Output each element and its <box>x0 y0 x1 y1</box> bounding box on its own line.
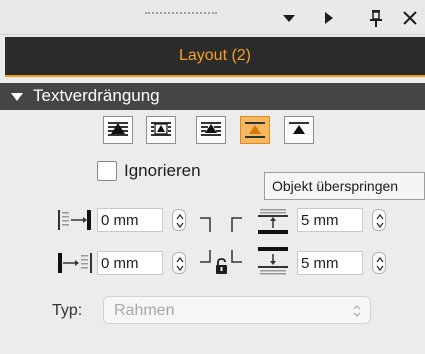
panel-titlebar[interactable] <box>0 0 425 35</box>
right-offset-stepper[interactable] <box>172 252 186 274</box>
bottom-offset-stepper[interactable] <box>372 252 386 274</box>
top-offset-icon <box>258 209 288 234</box>
type-select-value: Rahmen <box>114 302 175 319</box>
top-offset-input[interactable]: 5 mm <box>297 208 363 232</box>
left-offset-icon <box>58 210 91 230</box>
bottom-offset-icon <box>258 247 288 275</box>
top-offset-stepper[interactable] <box>372 209 386 231</box>
wrap-jump-to-next-column-icon <box>289 122 309 134</box>
bottom-offset-input[interactable]: 5 mm <box>297 251 363 275</box>
stepper-arrows-icon <box>376 256 384 272</box>
stepper-arrows-icon <box>376 213 384 229</box>
type-select[interactable]: Rahmen <box>103 296 371 324</box>
stepper-arrows-icon <box>176 256 184 272</box>
menu-triangle-icon[interactable] <box>278 7 300 29</box>
drag-grip[interactable] <box>145 12 217 16</box>
lock-icon[interactable] <box>214 257 230 277</box>
wrap-jump-object-icon <box>245 122 265 138</box>
wrap-object-shape-icon <box>201 122 221 136</box>
panel-header: Layout (2) <box>5 37 425 77</box>
wrap-none-icon <box>108 122 128 136</box>
wrap-jump-object-button[interactable] <box>240 116 270 144</box>
wrap-bounding-box-button[interactable] <box>146 116 176 144</box>
right-offset-input[interactable]: 0 mm <box>97 251 163 275</box>
left-offset-input[interactable]: 0 mm <box>97 208 163 232</box>
stepper-arrows-icon <box>176 213 184 229</box>
right-offset-icon <box>58 253 92 273</box>
panel-title: Layout (2) <box>178 47 252 64</box>
section-header-textwrap[interactable]: Textverdrängung <box>0 83 425 110</box>
type-label: Typ: <box>52 302 83 319</box>
left-offset-stepper[interactable] <box>172 209 186 231</box>
section-title: Textverdrängung <box>33 86 160 105</box>
close-icon[interactable] <box>399 7 421 29</box>
wrap-object-shape-button[interactable] <box>196 116 226 144</box>
disclosure-triangle-icon[interactable] <box>11 93 25 103</box>
wrap-none-button[interactable] <box>103 116 133 144</box>
ignore-checkbox[interactable] <box>97 161 117 181</box>
wrap-next-column-button[interactable] <box>284 116 314 144</box>
chevron-updown-icon <box>353 305 361 317</box>
play-icon[interactable] <box>317 7 339 29</box>
pin-icon[interactable] <box>365 7 387 29</box>
wrap-bounding-box-icon <box>151 122 171 136</box>
ignore-checkbox-label: Ignorieren <box>124 161 201 180</box>
tooltip: Objekt überspringen <box>264 172 425 200</box>
